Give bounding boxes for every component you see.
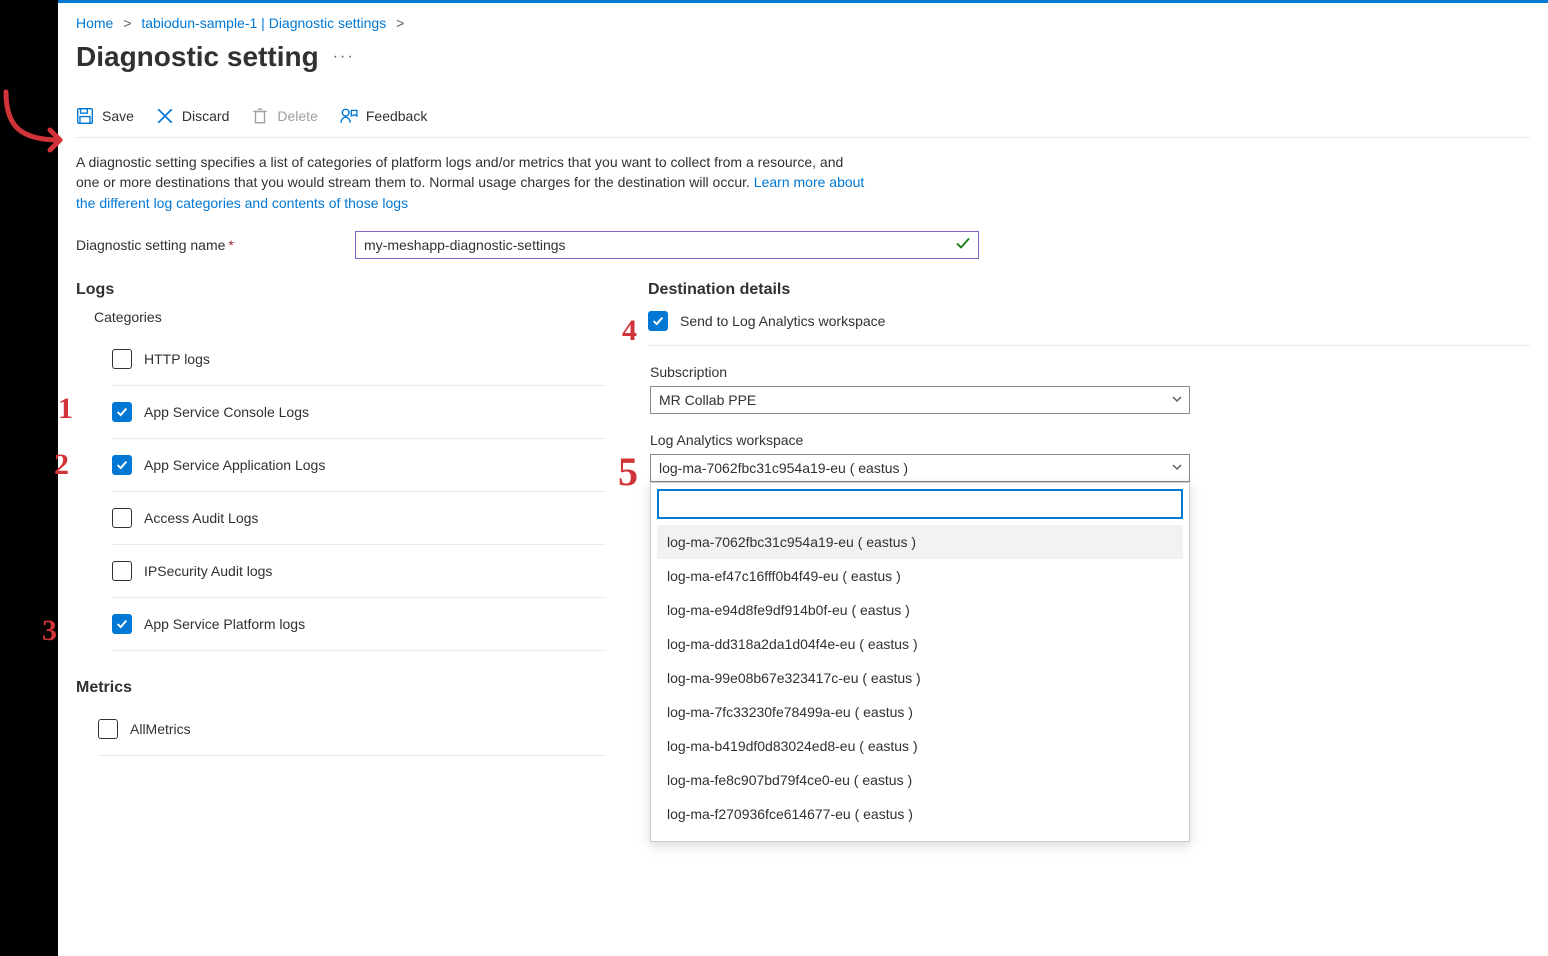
log-category-1-checkbox[interactable] [112,402,132,422]
valid-check-icon [955,235,971,254]
breadcrumb-sep-icon: > [123,15,131,31]
log-category-2-row: App Service Application Logs [112,439,606,492]
feedback-label: Feedback [366,108,427,124]
workspace-option[interactable]: log-ma-e94d8fe9df914b0f-eu ( eastus ) [657,593,1183,627]
chevron-down-icon [1171,392,1183,408]
log-category-4-row: IPSecurity Audit logs [112,545,606,598]
save-label: Save [102,108,134,124]
logs-heading: Logs [76,281,606,299]
categories-heading: Categories [94,309,606,325]
workspace-option[interactable]: log-ma-ef47c16fff0b4f49-eu ( eastus ) [657,559,1183,593]
workspace-search-input[interactable] [657,489,1183,519]
workspace-option[interactable]: log-ma-7062fbc31c954a19-eu ( eastus ) [657,525,1183,559]
log-category-1-row: App Service Console Logs [112,386,606,439]
save-icon [76,107,94,125]
breadcrumb-resource[interactable]: tabiodun-sample-1 | Diagnostic settings [141,15,386,31]
annotation-3: 3 [42,614,57,648]
delete-label: Delete [277,108,317,124]
delete-button: Delete [251,107,317,125]
discard-button[interactable]: Discard [156,107,229,125]
metrics-heading: Metrics [76,679,606,697]
send-to-la-checkbox[interactable] [648,311,668,331]
workspace-option[interactable]: log-ma-f270936fce614677-eu ( eastus ) [657,797,1183,831]
subscription-select[interactable]: MR Collab PPE [650,386,1190,414]
log-category-0-row: HTTP logs [112,333,606,386]
log-category-2-label: App Service Application Logs [144,457,325,473]
setting-name-input[interactable] [355,231,979,259]
log-category-3-checkbox[interactable] [112,508,132,528]
log-category-1-label: App Service Console Logs [144,404,309,420]
workspace-option[interactable]: log-ma-7fc33230fe78499a-eu ( eastus ) [657,695,1183,729]
destination-heading: Destination details [648,281,1530,299]
workspace-option[interactable]: log-ma-b419df0d83024ed8-eu ( eastus ) [657,729,1183,763]
workspace-select[interactable]: log-ma-7062fbc31c954a19-eu ( eastus ) [650,454,1190,482]
trash-icon [251,107,269,125]
workspace-label: Log Analytics workspace [650,432,1530,448]
metric-0-label: AllMetrics [130,721,191,737]
metric-0-row: AllMetrics [98,703,606,756]
breadcrumb-home[interactable]: Home [76,15,113,31]
chevron-down-icon [1171,460,1183,476]
log-category-3-row: Access Audit Logs [112,492,606,545]
log-category-4-label: IPSecurity Audit logs [144,563,272,579]
workspace-dropdown-panel: log-ma-7062fbc31c954a19-eu ( eastus )log… [650,482,1190,842]
workspace-value: log-ma-7062fbc31c954a19-eu ( eastus ) [659,460,908,476]
log-category-3-label: Access Audit Logs [144,510,258,526]
breadcrumb: Home > tabiodun-sample-1 | Diagnostic se… [76,15,1530,31]
send-to-la-label: Send to Log Analytics workspace [680,313,885,329]
log-category-0-checkbox[interactable] [112,349,132,369]
feedback-icon [340,107,358,125]
log-category-0-label: HTTP logs [144,351,210,367]
workspace-option[interactable]: log-ma-dd318a2da1d04f4e-eu ( eastus ) [657,627,1183,661]
log-category-4-checkbox[interactable] [112,561,132,581]
discard-label: Discard [182,108,229,124]
page-title: Diagnostic setting [76,41,319,73]
description-text: A diagnostic setting specifies a list of… [76,152,866,213]
subscription-value: MR Collab PPE [659,392,756,408]
breadcrumb-sep-icon: > [396,15,404,31]
save-button[interactable]: Save [76,107,134,125]
log-category-5-row: App Service Platform logs [112,598,606,651]
metric-0-checkbox[interactable] [98,719,118,739]
log-category-5-label: App Service Platform logs [144,616,305,632]
setting-name-label: Diagnostic setting name* [76,237,341,253]
close-icon [156,107,174,125]
log-category-5-checkbox[interactable] [112,614,132,634]
description-body: A diagnostic setting specifies a list of… [76,154,843,190]
subscription-label: Subscription [650,364,1530,380]
workspace-option[interactable]: log-ma-fe8c907bd79f4ce0-eu ( eastus ) [657,763,1183,797]
log-category-2-checkbox[interactable] [112,455,132,475]
feedback-button[interactable]: Feedback [340,107,427,125]
toolbar: Save Discard Delete Feedback [76,107,1530,138]
more-actions-button[interactable]: ··· [333,48,355,66]
workspace-option[interactable]: log-ma-99e08b67e323417c-eu ( eastus ) [657,661,1183,695]
